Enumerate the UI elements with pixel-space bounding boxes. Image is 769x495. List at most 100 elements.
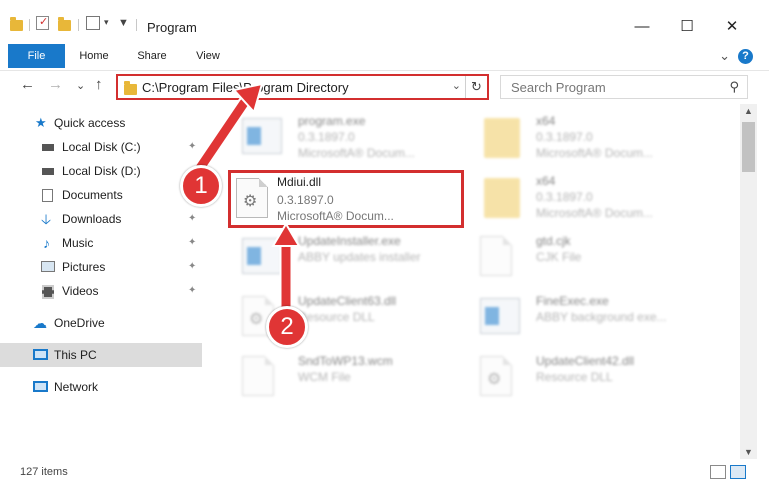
tab-share[interactable]: Share xyxy=(128,44,176,68)
help-icon[interactable]: ? xyxy=(738,48,753,64)
tab-file[interactable]: File xyxy=(8,44,65,68)
recent-locations-button[interactable]: ⌄ xyxy=(76,79,85,92)
file-version: 0.3.1897.0 xyxy=(536,190,593,204)
file-item[interactable]: UpdateInstaller.exe ABBY updates install… xyxy=(234,230,474,286)
file-name: UpdateClient42.dll xyxy=(536,354,635,368)
tab-view[interactable]: View xyxy=(186,44,230,68)
status-bar: 127 items xyxy=(0,461,769,483)
address-bar[interactable]: C:\Program Files\Program Directory ⌄ ↻ xyxy=(116,74,489,100)
sidebar-item-label: OneDrive xyxy=(54,316,105,330)
sidebar-item-label: Local Disk (C:) xyxy=(62,140,141,154)
sidebar-item-documents[interactable]: Documents ✦ xyxy=(0,183,202,207)
sidebar-item-this-pc[interactable]: This PC xyxy=(0,343,202,367)
exe-icon xyxy=(480,298,520,334)
sidebar-item-quick-access[interactable]: ★ Quick access xyxy=(0,111,202,135)
file-icon xyxy=(242,356,274,396)
file-item[interactable]: program.exe 0.3.1897.0 MicrosoftA® Docum… xyxy=(234,110,474,166)
maximize-button[interactable]: ☐ xyxy=(673,13,701,41)
customize-toolbar-icon[interactable]: ▼ xyxy=(118,17,129,29)
properties-icon[interactable]: ✓ xyxy=(36,16,49,30)
sidebar-item-label: Network xyxy=(54,380,99,394)
address-path[interactable]: C:\Program Files\Program Directory xyxy=(142,80,349,95)
address-dropdown-icon[interactable]: ⌄ xyxy=(452,79,461,92)
sidebar-item-onedrive[interactable]: ☁ OneDrive xyxy=(0,311,202,335)
file-description: CJK File xyxy=(536,250,582,264)
file-name: gtd.cjk xyxy=(536,234,571,248)
file-version: 0.3.1897.0 xyxy=(277,193,334,207)
separator xyxy=(78,19,79,31)
file-description: WCM File xyxy=(298,370,351,384)
sidebar-item-videos[interactable]: Videos ✦ xyxy=(0,279,202,303)
file-name: FineExec.exe xyxy=(536,294,609,308)
file-item[interactable]: x64 0.3.1897.0 MicrosoftA® Docum... xyxy=(472,170,712,226)
back-button[interactable]: ← xyxy=(20,76,35,93)
sidebar-item-downloads[interactable]: 🡣 Downloads ✦ xyxy=(0,207,202,231)
file-item[interactable]: SndToWP13.wcm WCM File xyxy=(234,350,474,406)
file-version: 0.3.1897.0 xyxy=(298,130,355,144)
network-icon xyxy=(33,381,48,392)
scroll-up-icon[interactable]: ▲ xyxy=(744,106,753,116)
separator xyxy=(29,19,30,31)
pin-icon[interactable]: ✦ xyxy=(188,255,196,279)
file-item[interactable]: FineExec.exe ABBY background exe... xyxy=(472,290,712,346)
refresh-button[interactable]: ↻ xyxy=(465,76,487,98)
video-icon xyxy=(42,285,54,299)
large-icons-view-icon[interactable] xyxy=(730,465,746,479)
step-2-badge: 2 xyxy=(266,306,308,348)
sidebar-item-local-disk-d[interactable]: Local Disk (D:) xyxy=(0,159,202,183)
ribbon-controls: ⌄ ? xyxy=(719,48,753,64)
file-name: x64 xyxy=(536,114,556,128)
sidebar-item-label: Music xyxy=(62,236,94,250)
view-options-icon[interactable] xyxy=(86,16,100,30)
sidebar-item-label: Quick access xyxy=(54,116,126,130)
vertical-scrollbar[interactable]: ▲ ▼ xyxy=(740,104,757,459)
download-icon: 🡣 xyxy=(41,211,52,227)
exe-icon xyxy=(242,118,282,154)
file-item[interactable]: ⚙ UpdateClient42.dll Resource DLL xyxy=(472,350,712,406)
tab-home[interactable]: Home xyxy=(70,44,118,68)
pin-icon[interactable]: ✦ xyxy=(188,279,196,303)
close-button[interactable]: ✕ xyxy=(718,13,746,41)
search-input[interactable]: Search Program ⚲ xyxy=(500,75,748,99)
forward-button[interactable]: → xyxy=(48,76,63,93)
documents-icon xyxy=(42,189,53,202)
file-item[interactable]: gtd.cjk CJK File xyxy=(472,230,712,286)
drive-icon xyxy=(42,144,54,151)
sidebar-item-label: Documents xyxy=(62,188,123,202)
pin-icon[interactable]: ✦ xyxy=(188,231,196,255)
file-item-mdiui-dll[interactable]: ⚙ Mdiui.dll 0.3.1897.0 MicrosoftA® Docum… xyxy=(228,170,464,228)
scroll-down-icon[interactable]: ▼ xyxy=(744,447,753,457)
details-view-icon[interactable] xyxy=(710,465,726,479)
sidebar-item-network[interactable]: Network xyxy=(0,375,202,399)
folder-icon xyxy=(484,178,520,218)
pin-icon[interactable]: ✦ xyxy=(188,135,196,159)
collapse-ribbon-icon[interactable]: ⌄ xyxy=(719,48,730,64)
up-button[interactable]: ↑ xyxy=(95,76,103,93)
sidebar-item-music[interactable]: ♪ Music ✦ xyxy=(0,231,202,255)
sidebar-item-label: Downloads xyxy=(62,212,122,226)
file-description: MicrosoftA® Docum... xyxy=(536,206,653,220)
file-name: SndToWP13.wcm xyxy=(298,354,393,368)
file-item[interactable]: x64 0.3.1897.0 MicrosoftA® Docum... xyxy=(472,110,712,166)
step-1-badge: 1 xyxy=(180,165,222,207)
star-icon: ★ xyxy=(35,115,47,130)
file-name: program.exe xyxy=(298,114,366,128)
title-bar: ✓ ▾ ▼ Program — ☐ ✕ xyxy=(0,0,769,40)
pin-icon[interactable]: ✦ xyxy=(188,207,196,231)
search-icon[interactable]: ⚲ xyxy=(729,79,739,95)
folder-icon xyxy=(484,118,520,158)
sidebar-item-local-disk-c[interactable]: Local Disk (C:) ✦ xyxy=(0,135,202,159)
scroll-thumb[interactable] xyxy=(742,122,755,172)
exe-icon xyxy=(242,238,282,274)
dll-icon: ⚙ xyxy=(480,356,512,396)
file-description: Resource DLL xyxy=(536,370,613,384)
chevron-down-icon[interactable]: ▾ xyxy=(104,17,109,28)
minimize-button[interactable]: — xyxy=(628,13,656,41)
sidebar-item-pictures[interactable]: Pictures ✦ xyxy=(0,255,202,279)
file-description: MicrosoftA® Docum... xyxy=(277,209,394,223)
sidebar-item-label: This PC xyxy=(54,348,97,362)
ribbon-tabs: File Home Share View ⌄ ? xyxy=(0,44,769,68)
file-description: Resource DLL xyxy=(298,310,375,324)
file-description: MicrosoftA® Docum... xyxy=(536,146,653,160)
file-name: UpdateClient63.dll xyxy=(298,294,397,308)
